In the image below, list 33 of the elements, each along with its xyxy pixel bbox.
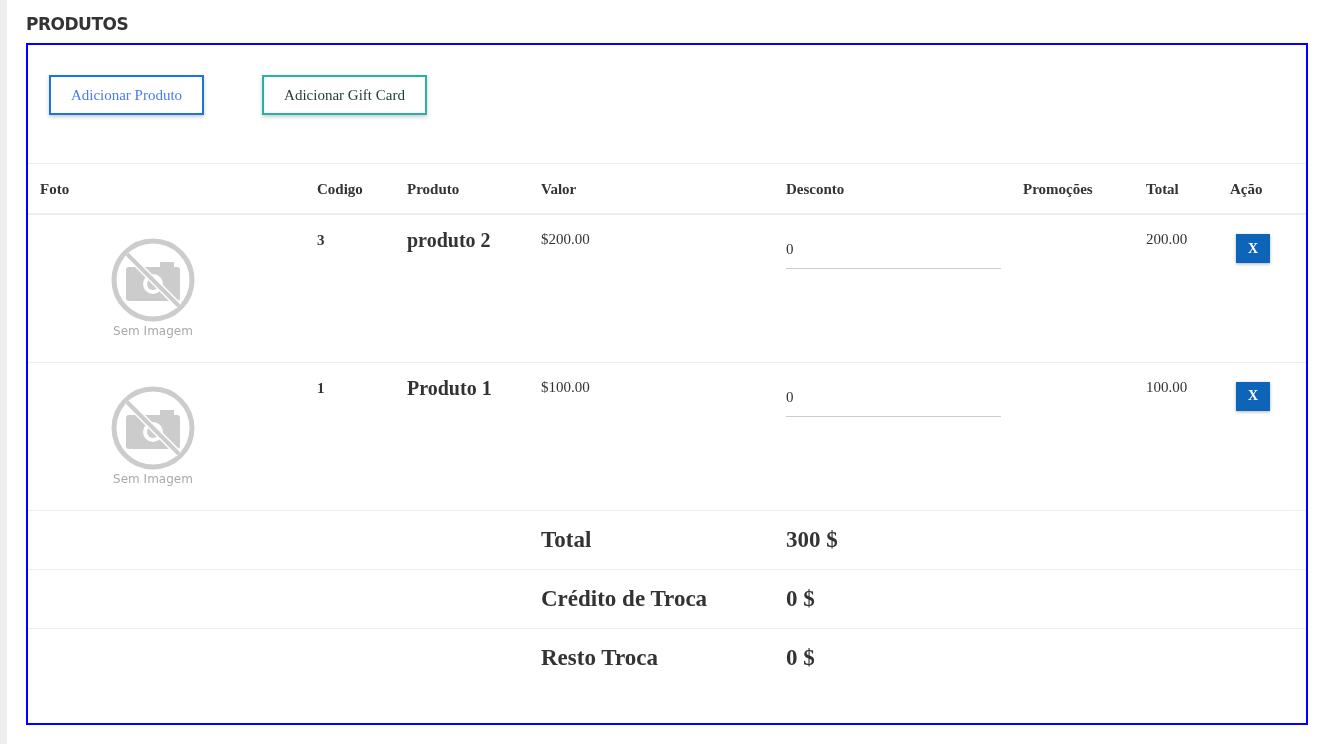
summary-label: Crédito de Troca <box>541 585 708 611</box>
remove-button[interactable]: X <box>1236 381 1270 411</box>
table-cell: 3 <box>317 232 325 249</box>
table-cell: $100.00 <box>541 378 590 396</box>
summary-label: Resto Troca <box>541 644 658 670</box>
add-gift-card-button[interactable]: Adicionar Gift Card <box>262 75 427 115</box>
discount-field[interactable]: 0 <box>786 233 1001 269</box>
summary-value: 0 $ <box>786 644 815 670</box>
no-photo-icon <box>110 237 196 323</box>
section-title: PRODUTOS <box>26 14 130 35</box>
product-name: produto 2 <box>407 229 491 251</box>
remove-button[interactable]: X <box>1236 234 1270 263</box>
column-header: Total <box>1146 180 1179 197</box>
discount-field[interactable]: 0 <box>786 380 1001 417</box>
image-caption: Sem Imagem <box>113 471 193 486</box>
table-cell: $200.00 <box>541 231 590 248</box>
summary-value: 0 $ <box>786 585 815 611</box>
summary-label: Total <box>541 526 592 552</box>
table-cell: 1 <box>317 379 325 397</box>
table-cell: 100.00 <box>1146 378 1188 396</box>
column-header: Desconto <box>786 180 845 197</box>
column-header: Produto <box>407 180 460 197</box>
no-photo-icon <box>110 384 196 471</box>
product-name: Produto 1 <box>407 376 492 399</box>
column-header: Promoções <box>1023 180 1093 197</box>
add-product-button[interactable]: Adicionar Produto <box>49 75 204 115</box>
column-header: Codigo <box>317 180 363 197</box>
column-header: Valor <box>541 180 577 197</box>
column-header: Foto <box>40 180 70 197</box>
image-caption: Sem Imagem <box>113 324 193 338</box>
summary-value: 300 $ <box>786 526 838 552</box>
table-cell: 200.00 <box>1146 231 1188 248</box>
column-header: Ação <box>1230 180 1263 197</box>
